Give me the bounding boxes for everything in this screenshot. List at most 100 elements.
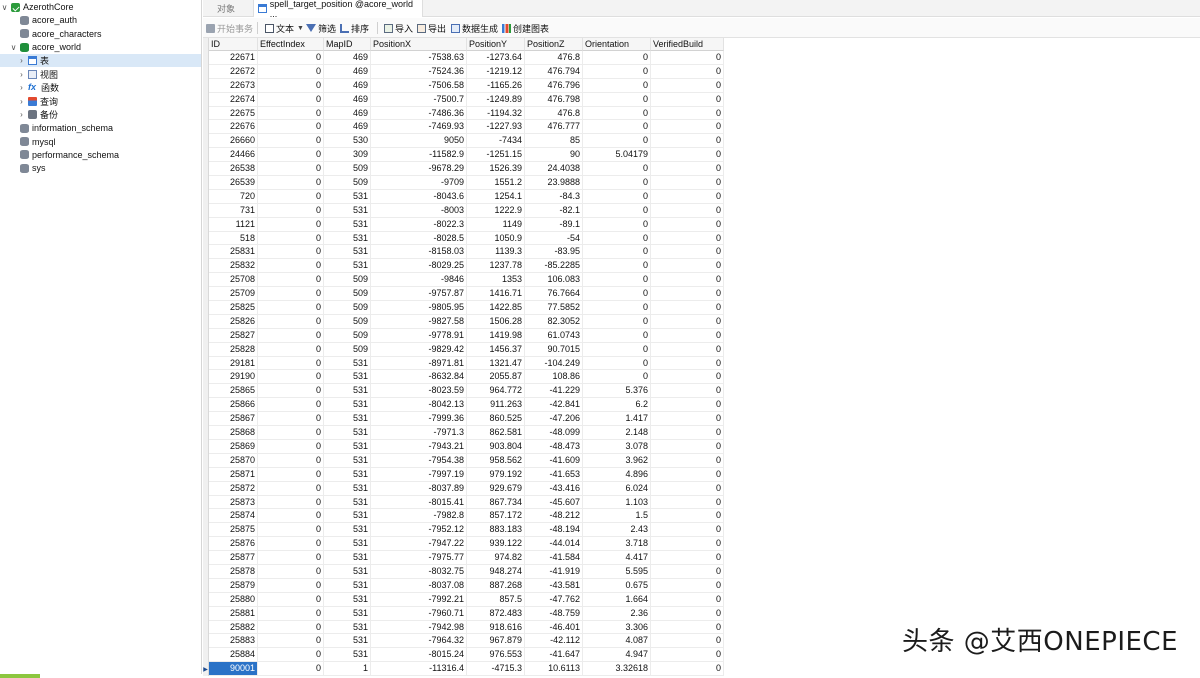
col-map-id-cell[interactable]: 509 bbox=[324, 273, 371, 288]
table-row[interactable]: 22672 0 469 -7524.36 -1219.12 476.794 0 0 bbox=[203, 64, 724, 79]
col-position-y-cell[interactable]: 1506.28 bbox=[467, 314, 525, 329]
col-position-x-cell[interactable]: 9050 bbox=[371, 134, 467, 149]
col-orientation-cell[interactable]: 2.36 bbox=[583, 606, 651, 621]
col-verified-build-cell[interactable]: 0 bbox=[651, 217, 724, 232]
create-chart-button[interactable]: 创建图表 bbox=[502, 18, 549, 38]
col-position-z-cell[interactable]: 476.794 bbox=[525, 64, 583, 79]
col-map-id-cell[interactable]: 509 bbox=[324, 301, 371, 315]
col-position-x-cell[interactable]: -8037.08 bbox=[371, 578, 467, 593]
col-position-x-cell[interactable]: -7999.36 bbox=[371, 412, 467, 427]
col-id-cell[interactable]: 22672 bbox=[209, 64, 258, 79]
col-position-z-cell[interactable]: -82.1 bbox=[525, 203, 583, 218]
col-verified-build-cell[interactable]: 0 bbox=[651, 148, 724, 163]
table-row[interactable]: 25875 0 531 -7952.12 883.183 -48.194 2.43 0 bbox=[203, 523, 724, 538]
table-row[interactable]: 25871 0 531 -7997.19 979.192 -41.653 4.896 0 bbox=[203, 467, 724, 482]
col-id-cell[interactable]: 25878 bbox=[209, 564, 258, 579]
col-id-cell[interactable]: 720 bbox=[209, 189, 258, 204]
col-position-y-cell[interactable]: 1422.85 bbox=[467, 301, 525, 315]
col-position-z-cell[interactable]: -45.607 bbox=[525, 495, 583, 510]
col-position-y-cell[interactable]: 976.553 bbox=[467, 648, 525, 663]
col-position-y-cell[interactable]: 918.616 bbox=[467, 620, 525, 635]
col-id-cell[interactable]: 25880 bbox=[209, 592, 258, 607]
col-map-id-cell[interactable]: 531 bbox=[324, 426, 371, 440]
col-id-cell[interactable]: 25883 bbox=[209, 634, 258, 649]
col-map-id-cell[interactable]: 469 bbox=[324, 120, 371, 135]
col-id-cell[interactable]: 25877 bbox=[209, 551, 258, 565]
tree-db-sys[interactable]: sys bbox=[0, 162, 201, 175]
col-effect-index-cell[interactable]: 0 bbox=[258, 148, 324, 163]
col-position-z-cell[interactable]: 85 bbox=[525, 134, 583, 149]
col-effect-index-cell[interactable]: 0 bbox=[258, 662, 324, 677]
col-position-x-cell[interactable]: -7524.36 bbox=[371, 64, 467, 79]
table-row[interactable]: 1121 0 531 -8022.3 1149 -89.1 0 0 bbox=[203, 217, 724, 232]
table-row[interactable]: 25877 0 531 -7975.77 974.82 -41.584 4.417 0 bbox=[203, 551, 724, 565]
col-orientation-cell[interactable]: 0 bbox=[583, 106, 651, 121]
col-verified-build-cell[interactable]: 0 bbox=[651, 564, 724, 579]
table-row[interactable]: 25882 0 531 -7942.98 918.616 -46.401 3.306 0 bbox=[203, 620, 724, 635]
col-position-z-cell[interactable]: -89.1 bbox=[525, 217, 583, 232]
tree-db-acore-characters[interactable]: acore_characters bbox=[0, 27, 201, 40]
col-position-x-cell[interactable]: -7943.21 bbox=[371, 439, 467, 454]
table-row[interactable]: 518 0 531 -8028.5 1050.9 -54 0 0 bbox=[203, 231, 724, 246]
col-position-x-cell[interactable]: -8028.5 bbox=[371, 231, 467, 246]
col-map-id-cell[interactable]: 469 bbox=[324, 92, 371, 107]
col-effect-index-cell[interactable]: 0 bbox=[258, 537, 324, 552]
table-row[interactable]: 22676 0 469 -7469.93 -1227.93 476.777 0 0 bbox=[203, 120, 724, 135]
col-verified-build-cell[interactable]: 0 bbox=[651, 64, 724, 79]
filter-button[interactable]: 筛选 bbox=[306, 18, 336, 38]
col-effect-index-cell[interactable]: 0 bbox=[258, 162, 324, 177]
col-verified-build-cell[interactable]: 0 bbox=[651, 606, 724, 621]
col-position-x-cell[interactable]: -9829.42 bbox=[371, 342, 467, 357]
col-position-z-cell[interactable]: -42.841 bbox=[525, 398, 583, 413]
col-verified-build-cell[interactable]: 0 bbox=[651, 301, 724, 315]
col-orientation-cell[interactable]: 4.417 bbox=[583, 551, 651, 565]
col-orientation-cell[interactable]: 5.376 bbox=[583, 384, 651, 399]
col-verified-build-cell[interactable]: 0 bbox=[651, 259, 724, 274]
col-effect-index-cell[interactable]: 0 bbox=[258, 203, 324, 218]
col-id-header[interactable]: ID bbox=[209, 38, 258, 51]
col-orientation-cell[interactable]: 0 bbox=[583, 314, 651, 329]
col-id-cell[interactable]: 25828 bbox=[209, 342, 258, 357]
col-orientation-cell[interactable]: 0 bbox=[583, 301, 651, 315]
col-id-cell[interactable]: 22676 bbox=[209, 120, 258, 135]
col-id-cell[interactable]: 25879 bbox=[209, 578, 258, 593]
col-effect-index-cell[interactable]: 0 bbox=[258, 592, 324, 607]
col-map-id-cell[interactable]: 531 bbox=[324, 439, 371, 454]
col-verified-build-cell[interactable]: 0 bbox=[651, 509, 724, 524]
table-row[interactable]: 25709 0 509 -9757.87 1416.71 76.7664 0 0 bbox=[203, 287, 724, 302]
col-position-x-cell[interactable]: -7947.22 bbox=[371, 537, 467, 552]
col-position-z-cell[interactable]: -48.759 bbox=[525, 606, 583, 621]
col-orientation-cell[interactable]: 0 bbox=[583, 356, 651, 371]
col-position-y-cell[interactable]: 974.82 bbox=[467, 551, 525, 565]
col-orientation-cell[interactable]: 1.103 bbox=[583, 495, 651, 510]
grid-rows[interactable]: 22671 0 469 -7538.63 -1273.64 476.8 0 0 22672 0 46… bbox=[203, 51, 724, 677]
table-row[interactable]: 25867 0 531 -7999.36 860.525 -47.206 1.417 0 bbox=[203, 412, 724, 427]
col-position-z-cell[interactable]: -48.099 bbox=[525, 426, 583, 440]
col-map-id-cell[interactable]: 531 bbox=[324, 203, 371, 218]
col-verified-build-header[interactable]: VerifiedBuild bbox=[651, 38, 724, 51]
table-row[interactable]: 25870 0 531 -7954.38 958.562 -41.609 3.962 0 bbox=[203, 453, 724, 468]
chevron-down-icon[interactable]: ∨ bbox=[9, 41, 18, 54]
col-orientation-cell[interactable]: 4.087 bbox=[583, 634, 651, 649]
col-position-z-cell[interactable]: 106.083 bbox=[525, 273, 583, 288]
tab-objects[interactable]: 对象 bbox=[217, 0, 235, 17]
chevron-right-icon[interactable]: › bbox=[17, 108, 26, 121]
col-verified-build-cell[interactable]: 0 bbox=[651, 120, 724, 135]
col-id-cell[interactable]: 25868 bbox=[209, 426, 258, 440]
col-position-y-cell[interactable]: -1249.89 bbox=[467, 92, 525, 107]
col-position-y-cell[interactable]: 1353 bbox=[467, 273, 525, 288]
col-id-cell[interactable]: 22673 bbox=[209, 78, 258, 93]
col-effect-index-cell[interactable]: 0 bbox=[258, 328, 324, 343]
table-row[interactable]: 720 0 531 -8043.6 1254.1 -84.3 0 0 bbox=[203, 189, 724, 204]
tree-node-tables[interactable]: › 表 bbox=[0, 54, 201, 68]
col-effect-index-cell[interactable]: 0 bbox=[258, 648, 324, 663]
col-effect-index-cell[interactable]: 0 bbox=[258, 217, 324, 232]
col-verified-build-cell[interactable]: 0 bbox=[651, 578, 724, 593]
col-verified-build-cell[interactable]: 0 bbox=[651, 162, 724, 177]
col-effect-index-cell[interactable]: 0 bbox=[258, 287, 324, 302]
col-orientation-cell[interactable]: 3.32618 bbox=[583, 662, 651, 677]
col-map-id-cell[interactable]: 531 bbox=[324, 634, 371, 649]
col-verified-build-cell[interactable]: 0 bbox=[651, 78, 724, 93]
col-effect-index-cell[interactable]: 0 bbox=[258, 453, 324, 468]
col-orientation-cell[interactable]: 0 bbox=[583, 120, 651, 135]
